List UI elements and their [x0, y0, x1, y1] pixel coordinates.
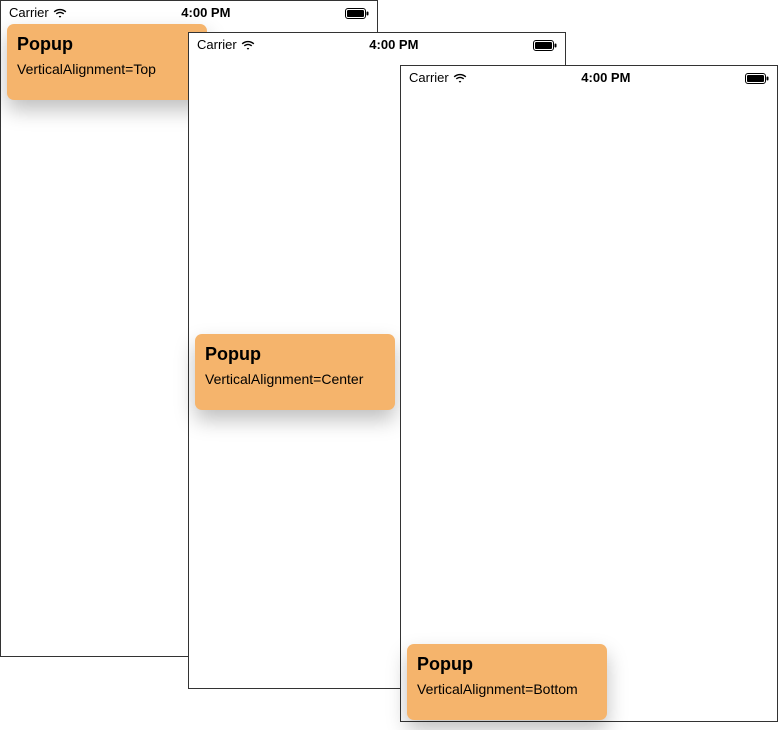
popup-subtitle: VerticalAlignment=Top: [17, 61, 197, 77]
popup-center[interactable]: Popup VerticalAlignment=Center: [195, 334, 395, 410]
status-bar: Carrier 4:00 PM: [401, 66, 777, 88]
status-left: Carrier: [409, 70, 467, 85]
carrier-label: Carrier: [197, 37, 237, 52]
popup-title: Popup: [205, 344, 385, 365]
popup-title: Popup: [417, 654, 597, 675]
status-bar: Carrier 4:00 PM: [1, 1, 377, 23]
status-time: 4:00 PM: [255, 37, 533, 52]
popup-title: Popup: [17, 34, 197, 55]
status-right: [345, 7, 369, 18]
wifi-icon: [241, 39, 255, 50]
wifi-icon: [53, 7, 67, 18]
status-time: 4:00 PM: [67, 5, 345, 20]
status-bar: Carrier 4:00 PM: [189, 33, 565, 55]
carrier-label: Carrier: [409, 70, 449, 85]
battery-icon: [345, 7, 369, 18]
status-left: Carrier: [9, 5, 67, 20]
popup-subtitle: VerticalAlignment=Center: [205, 371, 385, 387]
popup-bottom[interactable]: Popup VerticalAlignment=Bottom: [407, 644, 607, 720]
status-right: [745, 72, 769, 83]
popup-top[interactable]: Popup VerticalAlignment=Top: [7, 24, 207, 100]
battery-icon: [533, 39, 557, 50]
status-right: [533, 39, 557, 50]
phone-content-3: Popup VerticalAlignment=Bottom: [401, 88, 777, 721]
battery-icon: [745, 72, 769, 83]
phone-frame-3: Carrier 4:00 PM Popup VerticalAlignment=…: [400, 65, 778, 722]
popup-subtitle: VerticalAlignment=Bottom: [417, 681, 597, 697]
carrier-label: Carrier: [9, 5, 49, 20]
status-left: Carrier: [197, 37, 255, 52]
status-time: 4:00 PM: [467, 70, 745, 85]
wifi-icon: [453, 72, 467, 83]
